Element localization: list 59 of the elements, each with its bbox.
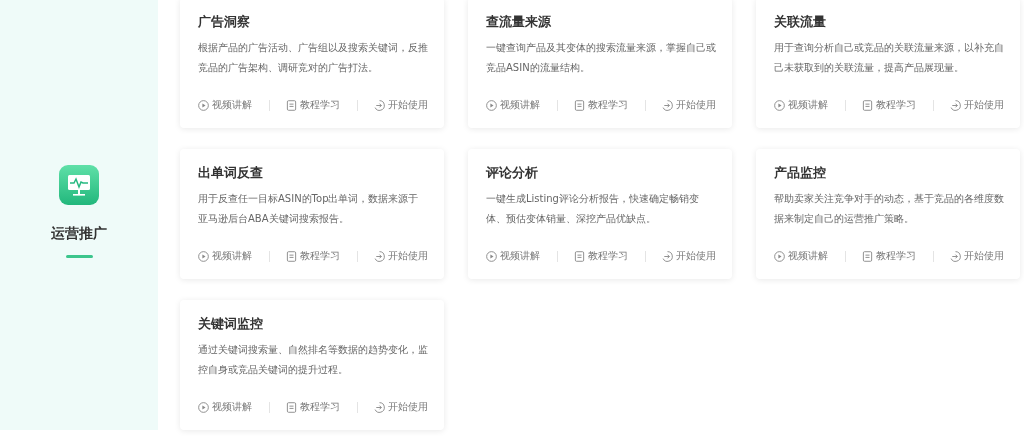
document-icon xyxy=(862,250,873,262)
start-link[interactable]: 开始使用 xyxy=(662,98,716,112)
enter-icon xyxy=(374,401,385,413)
start-link[interactable]: 开始使用 xyxy=(374,98,428,112)
enter-icon xyxy=(374,99,385,111)
video-link[interactable]: 视频讲解 xyxy=(198,98,252,112)
card-description: 帮助卖家关注竞争对手的动态，基于竞品的各维度数据来制定自己的运营推广策略。 xyxy=(774,192,1004,226)
card-description: 根据产品的广告活动、广告组以及搜索关键词，反推竞品的广告架构、调研竞对的广告打法。 xyxy=(198,41,428,75)
start-link[interactable]: 开始使用 xyxy=(950,249,1004,263)
document-icon xyxy=(574,99,585,111)
card-title: 出单词反查 xyxy=(198,165,264,181)
card-title: 评论分析 xyxy=(486,165,539,181)
video-link[interactable]: 视频讲解 xyxy=(774,98,828,112)
card-title: 广告洞察 xyxy=(198,14,251,30)
card-title: 查流量来源 xyxy=(486,14,552,30)
start-link[interactable]: 开始使用 xyxy=(374,249,428,263)
card-title: 产品监控 xyxy=(774,165,827,181)
card-description: 一键生成Listing评论分析报告，快速确定畅销变体、预估变体销量、深挖产品优缺点。 xyxy=(486,192,700,226)
play-icon xyxy=(198,250,209,262)
play-icon xyxy=(774,250,785,262)
card-description: 用于反查任一目标ASIN的Top出单词，数据来源于亚马逊后台ABA关键词搜索报告。 xyxy=(198,192,420,226)
start-link[interactable]: 开始使用 xyxy=(374,400,428,414)
document-icon xyxy=(286,250,297,262)
enter-icon xyxy=(374,250,385,262)
play-icon xyxy=(198,99,209,111)
play-icon xyxy=(486,250,497,262)
enter-icon xyxy=(662,250,673,262)
tutorial-link[interactable]: 教程学习 xyxy=(574,98,628,112)
tutorial-link[interactable]: 教程学习 xyxy=(286,400,340,414)
tutorial-link[interactable]: 教程学习 xyxy=(574,249,628,263)
video-link[interactable]: 视频讲解 xyxy=(774,249,828,263)
tutorial-link[interactable]: 教程学习 xyxy=(286,249,340,263)
section-title: 运营推广 xyxy=(51,225,107,243)
video-link[interactable]: 视频讲解 xyxy=(486,249,540,263)
document-icon xyxy=(862,99,873,111)
play-icon xyxy=(198,401,209,413)
play-icon xyxy=(486,99,497,111)
enter-icon xyxy=(950,250,961,262)
card-description: 一键查询产品及其变体的搜索流量来源，掌握自己或竞品ASIN的流量结构。 xyxy=(486,41,716,75)
card-description: 通过关键词搜索量、自然排名等数据的趋势变化，监控自身或竞品关键词的提升过程。 xyxy=(198,343,428,377)
enter-icon xyxy=(662,99,673,111)
video-link[interactable]: 视频讲解 xyxy=(198,249,252,263)
card-title: 关联流量 xyxy=(774,14,827,30)
video-link[interactable]: 视频讲解 xyxy=(198,400,252,414)
document-icon xyxy=(286,401,297,413)
card-title: 关键词监控 xyxy=(198,316,264,332)
monitor-icon xyxy=(59,165,99,205)
enter-icon xyxy=(950,99,961,111)
tutorial-link[interactable]: 教程学习 xyxy=(862,98,916,112)
card-description: 用于查询分析自己或竞品的关联流量来源，以补充自己未获取到的关联流量，提高产品展现量。 xyxy=(774,41,1004,75)
tutorial-link[interactable]: 教程学习 xyxy=(862,249,916,263)
title-underline xyxy=(65,255,93,258)
video-link[interactable]: 视频讲解 xyxy=(486,98,540,112)
tutorial-link[interactable]: 教程学习 xyxy=(286,98,340,112)
document-icon xyxy=(286,99,297,111)
play-icon xyxy=(774,99,785,111)
document-icon xyxy=(574,250,585,262)
start-link[interactable]: 开始使用 xyxy=(662,249,716,263)
start-link[interactable]: 开始使用 xyxy=(950,98,1004,112)
